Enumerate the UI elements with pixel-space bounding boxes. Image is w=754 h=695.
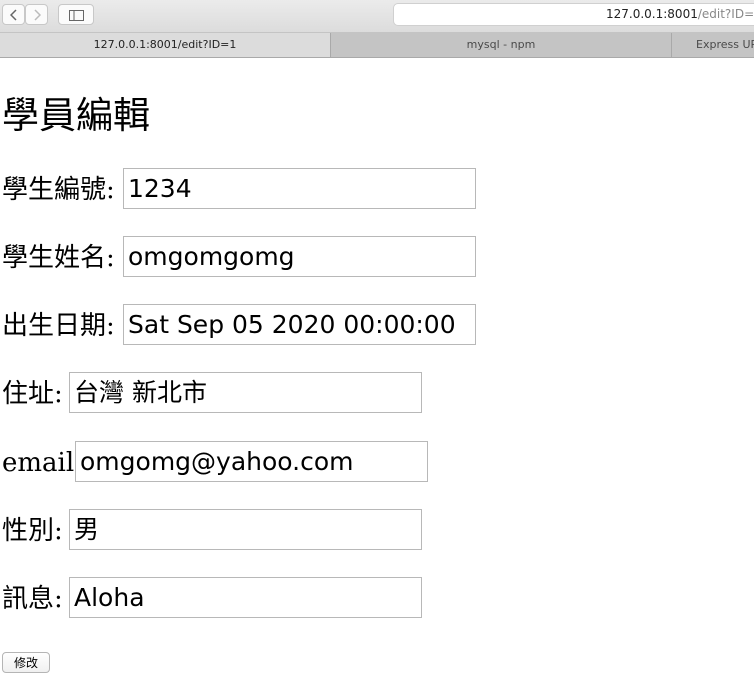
address-label: 住址: (2, 379, 63, 409)
tab-edit-page[interactable]: 127.0.0.1:8001/edit?ID=1 (0, 33, 331, 57)
gender-input[interactable]: 男 (69, 509, 422, 550)
tab-express[interactable]: Express UR (672, 33, 754, 57)
address-input[interactable]: 台灣 新北市 (69, 372, 422, 413)
address-path: /edit?ID=1 (697, 7, 754, 21)
chevron-left-icon (10, 9, 17, 21)
address-url: 127.0.0.1:8001/edit?ID=1 (606, 4, 754, 25)
page-title: 學員編輯 (2, 94, 150, 137)
student-name-label: 學生姓名: (2, 243, 115, 273)
forward-button[interactable] (25, 4, 48, 25)
tab-mysql-npm[interactable]: mysql - npm (331, 33, 672, 57)
back-button[interactable] (2, 4, 25, 25)
email-input[interactable]: omgomg@yahoo.com (75, 441, 428, 482)
student-name-input[interactable]: omgomgomg (123, 236, 476, 277)
address-host: 127.0.0.1:8001 (606, 7, 698, 21)
address-bar[interactable]: 127.0.0.1:8001/edit?ID=1 (393, 3, 754, 26)
email-label: email: (2, 448, 83, 478)
gender-label: 性別: (2, 516, 63, 546)
sidebar-icon (69, 10, 84, 21)
student-id-input[interactable]: 1234 (123, 168, 476, 209)
sidebar-toggle-button[interactable] (58, 4, 94, 25)
tab-bar: 127.0.0.1:8001/edit?ID=1 mysql - npm Exp… (0, 33, 754, 58)
message-input[interactable]: Aloha (69, 577, 422, 618)
birth-date-input[interactable]: Sat Sep 05 2020 00:00:00 (123, 304, 476, 345)
student-id-label: 學生編號: (2, 175, 115, 205)
chevron-right-icon (34, 9, 41, 21)
birth-date-label: 出生日期: (2, 311, 115, 341)
message-label: 訊息: (2, 584, 63, 614)
browser-toolbar: 127.0.0.1:8001/edit?ID=1 (0, 0, 754, 33)
submit-button[interactable]: 修改 (2, 652, 50, 673)
